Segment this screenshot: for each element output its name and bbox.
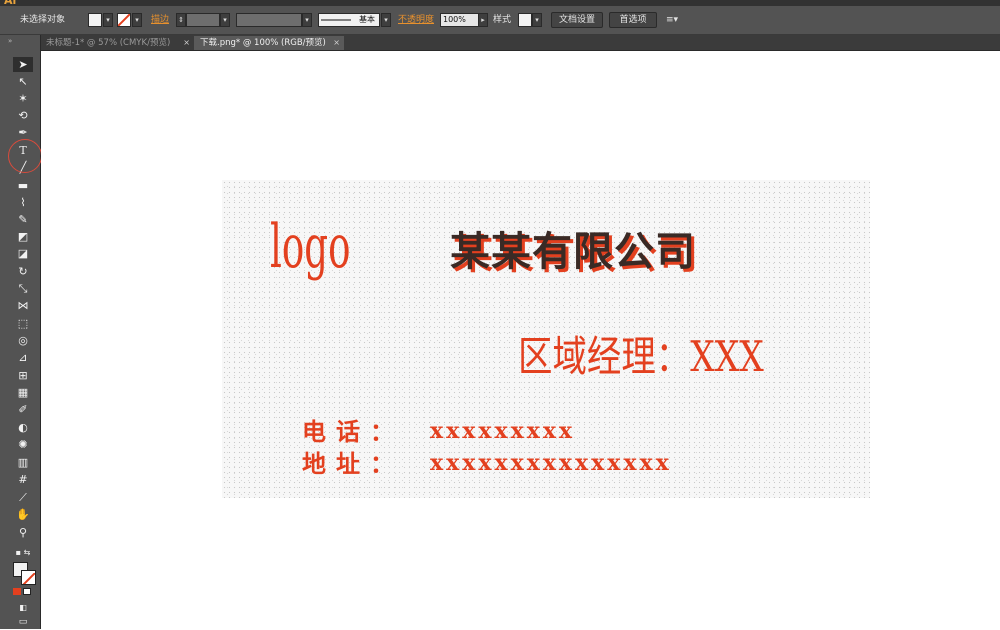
blob-brush-tool-icon[interactable]: ◩ [13,229,33,244]
highlight-circle [8,139,42,173]
close-icon[interactable]: × [183,36,190,50]
selection-tool-icon[interactable]: ➤ [13,57,33,72]
variable-width-dropdown-icon[interactable]: ▾ [302,13,312,27]
panel-grip-icon[interactable]: » [8,37,32,45]
control-menu-icon[interactable]: ≡▾ [666,12,678,28]
card-manager-title: 区域经理：XXX [518,332,764,381]
close-icon[interactable]: × [333,36,340,50]
brush-line-icon [321,19,351,21]
card-phone-row: 电话： xxxxxxxxx [302,412,572,447]
eyedropper-tool-icon[interactable]: ✐ [13,402,33,417]
stroke-color-box[interactable] [21,570,36,585]
eraser-tool-icon[interactable]: ◪ [13,246,33,261]
card-address-label: 地址： [302,450,404,478]
swap-default-colors-icon[interactable]: ▪ ⇆ [13,545,33,560]
document-setup-button[interactable]: 文档设置 [551,12,603,28]
business-card-artwork[interactable]: logo 某某有限公司 区域经理：XXX 电话： xxxxxxxxx 地址： x… [222,180,870,498]
graphic-style-swatch[interactable] [518,13,532,27]
graphic-style-dropdown-icon[interactable]: ▾ [532,13,542,27]
gradient-tool-icon[interactable]: ▦ [13,385,33,400]
brush-style-field[interactable]: 基本 [318,13,380,27]
tab-untitled[interactable]: 未标题-1* @ 57% (CMYK/预览) × [40,36,194,50]
stroke-weight-field[interactable] [186,13,220,27]
artboard-tool-icon[interactable]: # [13,472,33,487]
stroke-weight-dropdown-icon[interactable]: ▾ [220,13,230,27]
tab-download-png[interactable]: 下载.png* @ 100% (RGB/预览) × [194,36,344,50]
free-transform-tool-icon[interactable]: ⬚ [13,316,33,331]
tab-label: 未标题-1* @ 57% (CMYK/预览) [46,38,171,48]
width-tool-icon[interactable]: ⋈ [13,298,33,313]
card-company-name: 某某有限公司 [450,229,696,275]
blend-tool-icon[interactable]: ◐ [13,420,33,435]
tab-label: 下载.png* @ 100% (RGB/预览) [200,38,326,48]
card-logo-text: logo [270,212,351,282]
fill-swatch[interactable] [88,13,102,27]
drawing-mode-icon[interactable]: ◧ [13,600,33,615]
rotate-tool-icon[interactable]: ↻ [13,264,33,279]
brush-style-label: 基本 [359,15,375,24]
slice-tool-icon[interactable]: ⟋ [13,490,33,505]
symbol-sprayer-tool-icon[interactable]: ✺ [13,437,33,452]
stroke-dropdown-icon[interactable]: ▾ [132,13,142,27]
fill-dropdown-icon[interactable]: ▾ [103,13,113,27]
opacity-label-link[interactable]: 不透明度 [398,12,434,28]
brush-style-dropdown-icon[interactable]: ▾ [381,13,391,27]
rectangle-tool-icon[interactable]: ▬ [13,178,33,193]
stroke-label-link[interactable]: 描边 [151,12,169,28]
scale-tool-icon[interactable]: ⤡ [13,281,33,296]
magic-wand-tool-icon[interactable]: ✶ [13,91,33,106]
pencil-tool-icon[interactable]: ✎ [13,212,33,227]
style-label: 样式 [493,15,512,25]
variable-width-field[interactable] [236,13,302,27]
lasso-tool-icon[interactable]: ⟲ [13,108,33,123]
card-phone-value: xxxxxxxxx [430,418,576,444]
perspective-grid-tool-icon[interactable]: ⊿ [13,350,33,365]
column-graph-tool-icon[interactable]: ▥ [13,455,33,470]
card-phone-label: 电话： [302,418,404,446]
stroke-weight-stepper-icon[interactable]: ⇕ [176,13,186,27]
direct-selection-tool-icon[interactable]: ↖ [13,74,33,89]
none-slash-icon [22,572,35,584]
none-slash-icon [118,14,130,26]
shape-builder-tool-icon[interactable]: ◎ [13,333,33,348]
mesh-tool-icon[interactable]: ⊞ [13,368,33,383]
paintbrush-tool-icon[interactable]: ⌇ [13,195,33,210]
screen-mode-icon[interactable]: ▭ [13,615,33,630]
control-bar: 未选择对象 ▾ ▾ 描边 ⇕ ▾ ▾ 基本 ▾ 不透明度 100% ▸ 样式 ▾… [0,6,1000,35]
none-mode-icon[interactable] [23,588,31,595]
card-address-value: xxxxxxxxxxxxxxx [430,450,672,476]
hand-tool-icon[interactable]: ✋ [13,507,33,522]
zoom-tool-icon[interactable]: ⚲ [13,525,33,540]
color-mode-icon[interactable] [13,588,21,595]
opacity-dropdown-icon[interactable]: ▸ [478,13,488,27]
document-tabs: 未标题-1* @ 57% (CMYK/预览) × 下载.png* @ 100% … [40,35,1000,51]
stroke-swatch[interactable] [117,13,131,27]
preferences-button[interactable]: 首选项 [609,12,657,28]
tools-panel: » ➤ ↖ ✶ ⟲ ✒ T ╱ ▬ ⌇ ✎ ◩ ◪ ↻ ⤡ ⋈ ⬚ ◎ ⊿ ⊞ … [0,35,41,629]
selection-status: 未选择对象 [20,15,66,25]
pen-tool-icon[interactable]: ✒ [13,125,33,140]
card-address-row: 地址： xxxxxxxxxxxxxxx [302,444,669,479]
